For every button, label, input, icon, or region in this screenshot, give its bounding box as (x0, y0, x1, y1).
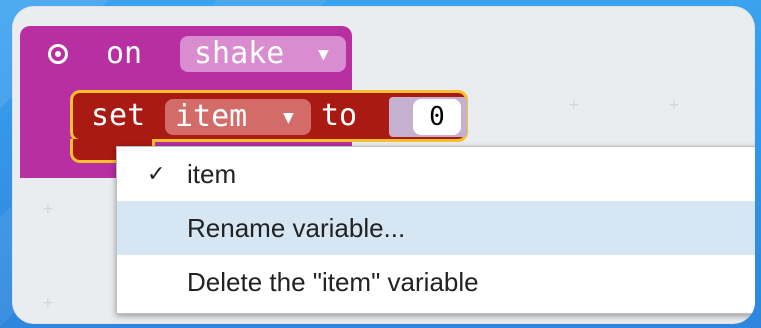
value-number-input[interactable]: 0 (413, 99, 461, 135)
event-block-header[interactable]: on shake ▼ (20, 26, 352, 88)
menu-item-rename-variable[interactable]: Rename variable... (117, 201, 755, 255)
grid-marker: + (42, 201, 54, 217)
to-keyword: to (321, 98, 358, 133)
checkmark-icon: ✓ (147, 161, 166, 186)
set-keyword: set (91, 98, 146, 133)
variable-context-menu: ✓ item Rename variable... Delete the "it… (116, 146, 755, 314)
variable-dropdown-value: item (175, 99, 248, 134)
chevron-down-icon: ▼ (283, 110, 294, 126)
blocks-workspace[interactable]: + + + + on shake ▼ set item ▼ to 0 ✓ ite… (12, 6, 755, 324)
grid-marker: + (668, 97, 680, 113)
event-keyword-on: on (106, 36, 143, 71)
gesture-dropdown[interactable]: shake ▼ (180, 36, 346, 72)
event-block-notch (20, 144, 75, 178)
grid-marker: + (568, 97, 580, 113)
radio-target-icon (48, 44, 68, 64)
set-variable-block[interactable]: set item ▼ to 0 (70, 90, 468, 163)
grid-marker: + (42, 295, 54, 311)
chevron-down-icon: ▼ (318, 47, 329, 63)
menu-item-label: Delete the "item" variable (187, 267, 479, 297)
menu-item-label: item (187, 159, 237, 189)
menu-item-delete-variable[interactable]: Delete the "item" variable (117, 255, 755, 309)
gesture-dropdown-value: shake (194, 36, 285, 71)
menu-item-label: Rename variable... (187, 213, 406, 243)
menu-item-select-item[interactable]: ✓ item (117, 147, 755, 201)
variable-dropdown[interactable]: item ▼ (165, 99, 311, 135)
